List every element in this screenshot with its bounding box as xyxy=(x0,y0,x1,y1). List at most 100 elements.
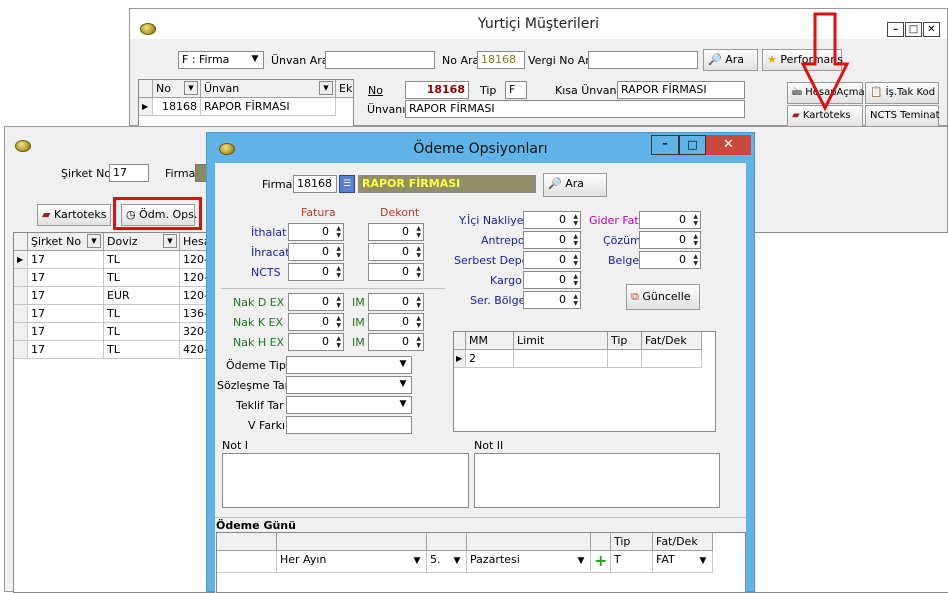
mm-header-fatdek[interactable]: Fat/Dek xyxy=(642,332,702,350)
table-row-doviz[interactable]: TL xyxy=(104,305,180,323)
table-row-doviz[interactable]: TL xyxy=(104,323,180,341)
vergi-no-ara-input[interactable] xyxy=(588,51,698,69)
ithalat-fatura-spinner[interactable]: 0 ▲ ▼ xyxy=(288,223,344,241)
yici-nakliye-spinner[interactable]: 0 ▲ ▼ xyxy=(523,211,581,229)
table-row-doviz[interactable]: EUR xyxy=(104,287,180,305)
is-takip-button[interactable]: 📋 İş.Tak Kod xyxy=(865,82,939,104)
no-ara-input[interactable]: 18168 xyxy=(477,51,525,69)
kartoteks-button[interactable]: ▰ Kartoteks xyxy=(37,204,111,226)
table-row-sirket-no[interactable]: 17 xyxy=(28,251,104,269)
spinner-arrows-icon[interactable]: ▲ ▼ xyxy=(416,295,421,309)
spinner-arrows-icon[interactable]: ▲ ▼ xyxy=(416,265,421,279)
spinner-arrows-icon[interactable]: ▲ ▼ xyxy=(416,245,421,259)
table-row-tip[interactable] xyxy=(608,350,642,368)
not1-textarea[interactable] xyxy=(222,453,469,508)
belge-spinner[interactable]: 0 ▲ ▼ xyxy=(639,251,701,269)
table-row-mm[interactable]: 2 xyxy=(466,350,514,368)
spinner-arrows-icon[interactable]: ▲ ▼ xyxy=(573,273,578,287)
ithalat-dekont-spinner[interactable]: 0 ▲ ▼ xyxy=(368,223,424,241)
unvani-field[interactable]: RAPOR FİRMASI xyxy=(405,100,745,118)
serbest-depo-spinner[interactable]: 0 ▲ ▼ xyxy=(523,251,581,269)
cozum-spinner[interactable]: 0 ▲ ▼ xyxy=(639,231,701,249)
kisa-unvan-field[interactable]: RAPOR FİRMASI xyxy=(617,81,745,99)
antrepo-spinner[interactable]: 0 ▲ ▼ xyxy=(523,231,581,249)
og-num-select[interactable]: 5. ▼ xyxy=(427,551,467,573)
table-row-fatdek[interactable] xyxy=(642,350,702,368)
nak-k-ex-spinner[interactable]: 0 ▲ ▼ xyxy=(288,313,344,331)
ncts-teminat-button[interactable]: NCTS Teminat xyxy=(865,105,940,127)
nak-h-ex-spinner[interactable]: 0 ▲ ▼ xyxy=(288,333,344,351)
table-row-sirket-no[interactable]: 17 xyxy=(28,323,104,341)
mm-header-mm[interactable]: MM xyxy=(466,332,514,350)
spinner-arrows-icon[interactable]: ▲ ▼ xyxy=(416,315,421,329)
spinner-arrows-icon[interactable]: ▲ ▼ xyxy=(573,213,578,227)
add-icon[interactable]: + xyxy=(591,551,611,573)
ncts-dekont-spinner[interactable]: 0 ▲ ▼ xyxy=(368,263,424,281)
og-gun-select[interactable]: Pazartesi ▼ xyxy=(467,551,591,573)
minimize-button[interactable]: – xyxy=(887,22,904,37)
table-row-limit[interactable] xyxy=(514,350,608,368)
spinner-arrows-icon[interactable]: ▲ ▼ xyxy=(693,233,698,247)
nak-h-im-spinner[interactable]: 0 ▲ ▼ xyxy=(368,333,424,351)
tip-field[interactable]: F xyxy=(505,81,527,99)
ihracat-fatura-spinner[interactable]: 0 ▲ ▼ xyxy=(288,243,344,261)
spinner-arrows-icon[interactable]: ▲ ▼ xyxy=(336,295,341,309)
table-row-doviz[interactable]: TL xyxy=(104,341,180,359)
ncts-fatura-spinner[interactable]: 0 ▲ ▼ xyxy=(288,263,344,281)
og-header-tip[interactable]: Tip xyxy=(611,533,653,551)
table-row-doviz[interactable]: TL xyxy=(104,251,180,269)
close-button[interactable]: ✕ xyxy=(923,22,940,37)
grid-header-doviz[interactable]: Doviz ▼ xyxy=(104,233,180,251)
sozlesme-tar-select[interactable]: ▼ xyxy=(286,376,412,394)
spinner-arrows-icon[interactable]: ▲ ▼ xyxy=(693,253,698,267)
table-row-unvan[interactable]: RAPOR FİRMASI xyxy=(201,98,336,116)
spinner-arrows-icon[interactable]: ▲ ▼ xyxy=(573,293,578,307)
sirket-no-field[interactable]: 17 xyxy=(109,164,149,182)
filter-select[interactable]: F : Firma ▼ xyxy=(178,51,264,69)
minimize-button[interactable]: – xyxy=(651,135,679,155)
og-her-ayin-select[interactable]: Her Ayın ▼ xyxy=(277,551,427,573)
table-row-doviz[interactable]: TL xyxy=(104,269,180,287)
ser-bolge-spinner[interactable]: 0 ▲ ▼ xyxy=(523,291,581,309)
nak-k-im-spinner[interactable]: 0 ▲ ▼ xyxy=(368,313,424,331)
grid-header-unvan[interactable]: Ünvan ▼ xyxy=(201,80,336,98)
maximize-button[interactable]: □ xyxy=(679,135,706,155)
spinner-arrows-icon[interactable]: ▲ ▼ xyxy=(336,245,341,259)
close-button[interactable]: ✕ xyxy=(706,135,751,155)
table-row-sirket-no[interactable]: 17 xyxy=(28,287,104,305)
odeme-tipi-select[interactable]: ▼ xyxy=(286,356,412,374)
ihracat-dekont-spinner[interactable]: 0 ▲ ▼ xyxy=(368,243,424,261)
ara-button[interactable]: 🔎 Ara xyxy=(703,49,758,71)
v-farki-input[interactable] xyxy=(286,416,412,434)
no-field[interactable]: 18168 xyxy=(405,81,469,99)
grid-header-sirket-no[interactable]: Şirket No ▼ xyxy=(28,233,104,251)
grid-header-no[interactable]: No ▼ xyxy=(153,80,201,98)
table-row-sirket-no[interactable]: 17 xyxy=(28,269,104,287)
kargo-spinner[interactable]: 0 ▲ ▼ xyxy=(523,271,581,289)
grid-header-ek[interactable]: Ek xyxy=(336,80,353,98)
spinner-arrows-icon[interactable]: ▲ ▼ xyxy=(573,253,578,267)
teklif-tar-select[interactable]: ▼ xyxy=(286,396,412,414)
mm-header-tip[interactable]: Tip xyxy=(608,332,642,350)
ara-button[interactable]: 🔎 Ara xyxy=(543,173,607,197)
spinner-arrows-icon[interactable]: ▲ ▼ xyxy=(573,233,578,247)
table-row-sirket-no[interactable]: 17 xyxy=(28,341,104,359)
og-tip-cell[interactable]: T xyxy=(611,551,653,573)
spinner-arrows-icon[interactable]: ▲ ▼ xyxy=(416,225,421,239)
guncelle-button[interactable]: ⧉ Güncelle xyxy=(626,284,700,310)
nak-d-ex-spinner[interactable]: 0 ▲ ▼ xyxy=(288,293,344,311)
not2-textarea[interactable] xyxy=(474,453,720,508)
mm-header-limit[interactable]: Limit xyxy=(514,332,608,350)
og-fatdek-select[interactable]: FAT ▼ xyxy=(653,551,713,573)
firma-lookup-icon[interactable]: ☰ xyxy=(339,175,355,193)
gider-fat-spinner[interactable]: 0 ▲ ▼ xyxy=(639,211,701,229)
nak-d-im-spinner[interactable]: 0 ▲ ▼ xyxy=(368,293,424,311)
spinner-arrows-icon[interactable]: ▲ ▼ xyxy=(336,335,341,349)
spinner-arrows-icon[interactable]: ▲ ▼ xyxy=(336,225,341,239)
spinner-arrows-icon[interactable]: ▲ ▼ xyxy=(336,315,341,329)
table-row-no[interactable]: 18168 xyxy=(153,98,201,116)
firma-no-field[interactable]: 18168 xyxy=(293,175,337,193)
spinner-arrows-icon[interactable]: ▲ ▼ xyxy=(416,335,421,349)
spinner-arrows-icon[interactable]: ▲ ▼ xyxy=(336,265,341,279)
table-row-sirket-no[interactable]: 17 xyxy=(28,305,104,323)
